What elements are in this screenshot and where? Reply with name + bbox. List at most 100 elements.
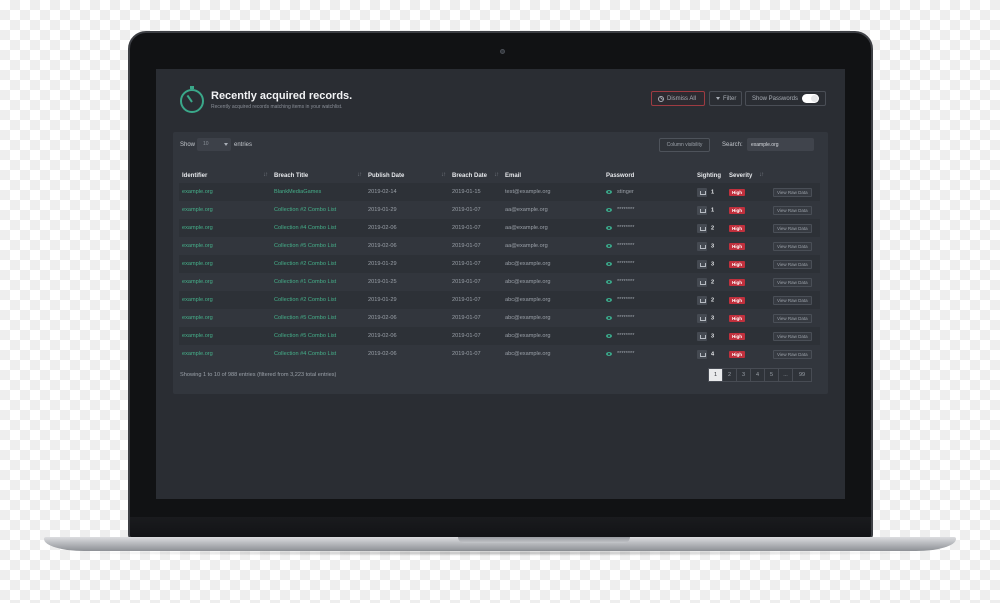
identifier-text[interactable]: example.org bbox=[182, 243, 213, 249]
filter-button[interactable]: Filter bbox=[709, 91, 742, 106]
breach-title-link[interactable]: Collection #2 Combo List bbox=[271, 255, 365, 273]
view-raw-data-button[interactable]: View Raw Data bbox=[773, 331, 812, 341]
identifier-link[interactable]: example.org bbox=[179, 309, 271, 327]
page-button[interactable]: 99 bbox=[792, 368, 812, 382]
sighting-icon[interactable] bbox=[697, 295, 707, 305]
view-raw-data-button[interactable]: View Raw Data bbox=[773, 277, 812, 287]
show-passwords-toggle[interactable] bbox=[802, 94, 819, 103]
page-button[interactable]: 5 bbox=[764, 368, 779, 382]
breach-title-text[interactable]: Collection #4 Combo List bbox=[274, 225, 336, 231]
breach-title-text[interactable]: Collection #1 Combo List bbox=[274, 279, 336, 285]
breach-title-text[interactable]: Collection #4 Combo List bbox=[274, 351, 336, 357]
identifier-text[interactable]: example.org bbox=[182, 279, 213, 285]
eye-icon[interactable] bbox=[606, 315, 612, 320]
view-raw-data-button[interactable]: View Raw Data bbox=[773, 349, 812, 359]
sighting-icon[interactable] bbox=[697, 259, 707, 269]
search-input[interactable] bbox=[747, 138, 814, 151]
breach-title-text[interactable]: Collection #2 Combo List bbox=[274, 297, 336, 303]
view-raw-data-button[interactable]: View Raw Data bbox=[773, 259, 812, 269]
breach-title-link[interactable]: Collection #1 Combo List bbox=[271, 273, 365, 291]
view-raw-data-button[interactable]: View Raw Data bbox=[773, 295, 812, 305]
breach-title-text[interactable]: Collection #5 Combo List bbox=[274, 315, 336, 321]
breach-title-link[interactable]: Collection #2 Combo List bbox=[271, 291, 365, 309]
eye-icon[interactable] bbox=[606, 279, 612, 284]
breach-title-link[interactable]: BlankMediaGames bbox=[271, 183, 365, 201]
eye-icon[interactable] bbox=[606, 261, 612, 266]
severity-cell: High bbox=[726, 183, 770, 201]
identifier-text[interactable]: example.org bbox=[182, 207, 213, 213]
dismiss-all-button[interactable]: Dismiss All bbox=[651, 91, 705, 106]
pagination: 1 2 3 4 5... 99 bbox=[708, 368, 812, 382]
identifier-text[interactable]: example.org bbox=[182, 297, 213, 303]
entries-per-page-select[interactable]: 10 bbox=[197, 138, 231, 151]
sighting-icon[interactable] bbox=[697, 223, 707, 233]
breach-title-text[interactable]: Collection #5 Combo List bbox=[274, 333, 336, 339]
identifier-link[interactable]: example.org bbox=[179, 237, 271, 255]
identifier-link[interactable]: example.org bbox=[179, 219, 271, 237]
sighting-icon[interactable] bbox=[697, 313, 707, 323]
col-header-label: Email bbox=[505, 173, 522, 179]
identifier-text[interactable]: example.org bbox=[182, 225, 213, 231]
eye-icon[interactable] bbox=[606, 243, 612, 248]
breach-title-text[interactable]: Collection #2 Combo List bbox=[274, 261, 336, 267]
page-button[interactable]: 1 bbox=[708, 368, 723, 382]
col-header-identifier[interactable]: Identifier ↓↑ bbox=[179, 169, 271, 183]
sighting-icon[interactable] bbox=[697, 349, 707, 359]
eye-icon[interactable] bbox=[606, 189, 612, 194]
breach-title-text[interactable]: Collection #5 Combo List bbox=[274, 243, 336, 249]
sighting-icon[interactable] bbox=[697, 187, 707, 197]
col-header-breach-date[interactable]: Breach Date ↓↑ bbox=[449, 169, 502, 183]
password-cell: ******** bbox=[603, 345, 694, 363]
sighting-icon[interactable] bbox=[697, 205, 707, 215]
col-header-breach-title[interactable]: Breach Title ↓↑ bbox=[271, 169, 365, 183]
col-header-label: Breach Title bbox=[274, 173, 309, 179]
col-header-publish-date[interactable]: Publish Date ↓↑ bbox=[365, 169, 449, 183]
column-visibility-button[interactable]: Column visibility bbox=[659, 138, 710, 152]
sighting-icon[interactable] bbox=[697, 331, 707, 341]
severity-badge: High bbox=[729, 314, 745, 322]
breach-title-link[interactable]: Collection #4 Combo List bbox=[271, 345, 365, 363]
eye-icon[interactable] bbox=[606, 297, 612, 302]
eye-icon[interactable] bbox=[606, 333, 612, 338]
view-raw-data-button[interactable]: View Raw Data bbox=[773, 223, 812, 233]
eye-icon[interactable] bbox=[606, 351, 612, 356]
view-raw-data-button[interactable]: View Raw Data bbox=[773, 187, 812, 197]
page-button[interactable]: 2 bbox=[722, 368, 737, 382]
breach-title-text[interactable]: BlankMediaGames bbox=[274, 189, 321, 195]
col-header-email[interactable]: Email bbox=[502, 169, 603, 183]
search-label: Search: bbox=[722, 142, 743, 148]
entries-label: entries bbox=[234, 142, 253, 148]
identifier-text[interactable]: example.org bbox=[182, 315, 213, 321]
identifier-text[interactable]: example.org bbox=[182, 261, 213, 267]
view-raw-data-button[interactable]: View Raw Data bbox=[773, 313, 812, 323]
view-raw-data-button[interactable]: View Raw Data bbox=[773, 205, 812, 215]
page-button[interactable]: 3 bbox=[736, 368, 751, 382]
identifier-text[interactable]: example.org bbox=[182, 333, 213, 339]
col-header-severity[interactable]: Severity ↓↑ bbox=[726, 169, 770, 183]
identifier-text[interactable]: example.org bbox=[182, 189, 213, 195]
identifier-link[interactable]: example.org bbox=[179, 201, 271, 219]
breach-title-link[interactable]: Collection #4 Combo List bbox=[271, 219, 365, 237]
view-raw-data-button[interactable]: View Raw Data bbox=[773, 241, 812, 251]
col-header-password[interactable]: Password bbox=[603, 169, 694, 183]
identifier-link[interactable]: example.org bbox=[179, 255, 271, 273]
breach-title-link[interactable]: Collection #5 Combo List bbox=[271, 309, 365, 327]
eye-icon[interactable] bbox=[606, 207, 612, 212]
dismiss-all-label: Dismiss All bbox=[667, 95, 697, 102]
sighting-icon[interactable] bbox=[697, 277, 707, 287]
breach-title-text[interactable]: Collection #2 Combo List bbox=[274, 207, 336, 213]
identifier-text[interactable]: example.org bbox=[182, 351, 213, 357]
identifier-link[interactable]: example.org bbox=[179, 273, 271, 291]
breach-title-link[interactable]: Collection #5 Combo List bbox=[271, 237, 365, 255]
breach-title-link[interactable]: Collection #2 Combo List bbox=[271, 201, 365, 219]
sighting-icon[interactable] bbox=[697, 241, 707, 251]
page-button[interactable]: 4 bbox=[750, 368, 765, 382]
identifier-link[interactable]: example.org bbox=[179, 345, 271, 363]
eye-icon[interactable] bbox=[606, 225, 612, 230]
breach-title-link[interactable]: Collection #5 Combo List bbox=[271, 327, 365, 345]
identifier-link[interactable]: example.org bbox=[179, 183, 271, 201]
col-header-sighting[interactable]: Sighting bbox=[694, 169, 726, 183]
identifier-link[interactable]: example.org bbox=[179, 291, 271, 309]
severity-badge: High bbox=[729, 332, 745, 340]
identifier-link[interactable]: example.org bbox=[179, 327, 271, 345]
